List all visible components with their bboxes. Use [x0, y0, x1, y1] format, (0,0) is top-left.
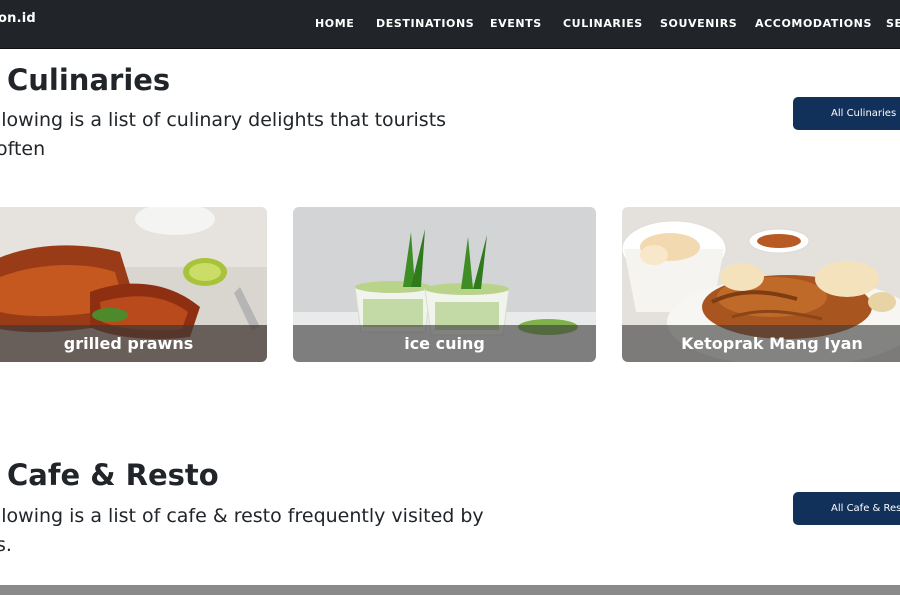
nav-item-souvenirs[interactable]: SOUVENIRS	[660, 17, 737, 30]
nav-item-culinaries[interactable]: CULINARIES	[563, 17, 643, 30]
card-label: grilled prawns	[0, 325, 267, 362]
all-culinaries-button[interactable]: All Culinaries	[793, 97, 900, 130]
nav-item-accomodations[interactable]: ACCOMODATIONS	[755, 17, 872, 30]
cafe-resto-title: Cafe & Resto	[7, 458, 219, 492]
culinary-card-grilled-prawns[interactable]: grilled prawns	[0, 207, 267, 362]
bottom-divider-bar	[0, 585, 900, 595]
top-navbar: on.id HOME DESTINATIONS EVENTS CULINARIE…	[0, 0, 900, 49]
culinaries-description: llowing is a list of culinary delights t…	[0, 109, 447, 160]
nav-item-events[interactable]: EVENTS	[490, 17, 542, 30]
nav-item-destinations[interactable]: DESTINATIONS	[376, 17, 474, 30]
culinary-card-ice-cuing[interactable]: ice cuing	[293, 207, 596, 362]
cafe-resto-description-line2: s.	[0, 534, 12, 556]
nav-item-home[interactable]: HOME	[315, 17, 354, 30]
culinary-card-ketoprak-mang-iyan[interactable]: Ketoprak Mang Iyan	[622, 207, 900, 362]
all-cafe-resto-button[interactable]: All Cafe & Resto	[793, 492, 900, 525]
nav-item-search[interactable]: SE	[886, 17, 900, 30]
cafe-resto-description: llowing is a list of cafe & resto freque…	[0, 502, 486, 560]
card-label: ice cuing	[293, 325, 596, 362]
cafe-resto-description-line1: llowing is a list of cafe & resto freque…	[0, 505, 484, 527]
card-label: Ketoprak Mang Iyan	[622, 325, 900, 362]
culinaries-title: Culinaries	[7, 63, 171, 97]
site-brand[interactable]: on.id	[0, 11, 36, 26]
